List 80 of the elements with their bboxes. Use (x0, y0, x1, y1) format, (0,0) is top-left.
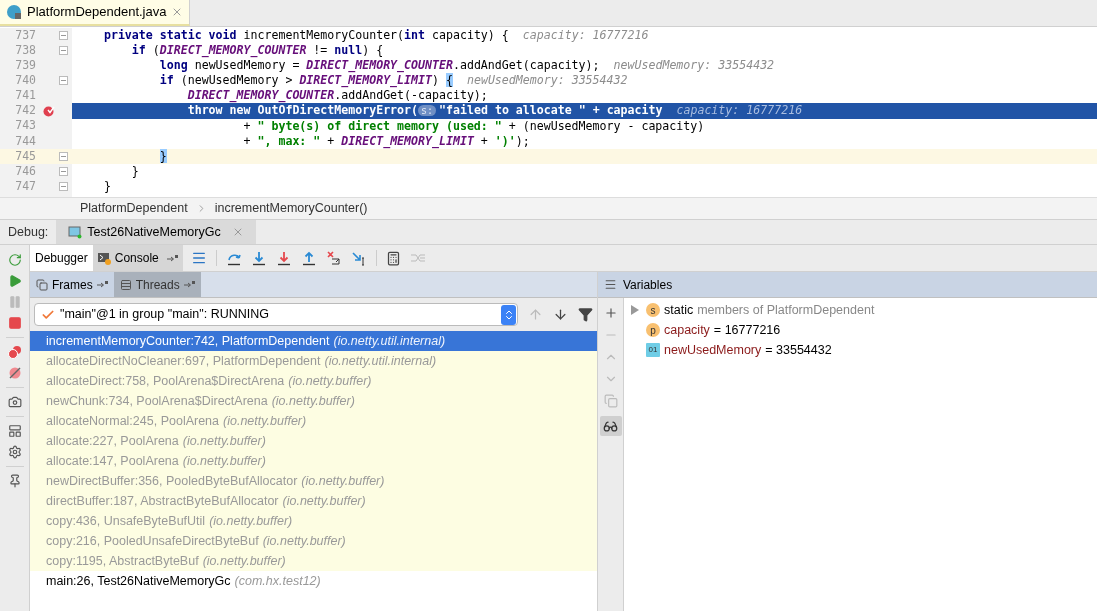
run-config-icon (68, 225, 83, 239)
variable-value: = 16777216 (713, 321, 781, 339)
stack-frame[interactable]: copy:1195, AbstractByteBuf (io.netty.buffer) (30, 551, 597, 571)
line-number: 741 (14, 87, 36, 105)
rerun-icon[interactable] (7, 253, 22, 267)
pin-tab-icon[interactable] (96, 281, 108, 288)
panel-title: Variables (623, 276, 673, 294)
threads-icon (119, 278, 132, 291)
menu-icon[interactable] (604, 278, 617, 291)
stack-frame[interactable]: copy:216, PooledUnsafeDirectByteBuf (io.netty.buffer) (30, 531, 597, 551)
camera-icon[interactable] (7, 395, 22, 409)
mute-breakpoints-icon[interactable] (7, 366, 22, 380)
drop-frame-icon[interactable] (325, 250, 342, 266)
breakpoints-icon[interactable] (7, 345, 22, 359)
session-tab[interactable]: Test26NativeMemoryGc (56, 220, 256, 244)
expand-arrow-icon[interactable] (630, 305, 639, 315)
pin-icon[interactable] (7, 474, 22, 488)
variable-badge: p (646, 323, 660, 337)
variable-badge: s (646, 303, 660, 317)
pin-tab-icon[interactable] (183, 281, 195, 288)
stack-frame[interactable]: allocateDirect:758, PoolArena$DirectArena (io.netty.buffer) (30, 371, 597, 391)
stack-frame[interactable]: newDirectBuffer:356, PooledByteBufAllocator (io.netty.buffer) (30, 471, 597, 491)
add-watch-icon[interactable] (603, 306, 618, 320)
run-to-cursor-icon[interactable] (350, 250, 367, 266)
fold-icon[interactable] (58, 166, 68, 176)
line-number: 738 (14, 42, 36, 59)
variable-name: static (664, 301, 694, 319)
console-icon (97, 251, 111, 265)
line-number: 739 (14, 57, 36, 75)
frames-menu-icon[interactable] (190, 250, 207, 266)
fold-icon[interactable] (58, 182, 68, 191)
debug-label: Debug: (7, 223, 50, 241)
resume-icon[interactable] (7, 274, 22, 288)
thread-dropdown[interactable]: "main"@1 in group "main": RUNNING (34, 303, 518, 326)
line-number: 742 (14, 102, 36, 120)
stop-icon[interactable] (7, 316, 22, 330)
variable-name: newUsedMemory (664, 341, 762, 359)
frames-icon (36, 278, 48, 291)
file-tab[interactable]: PlatformDependent.java (0, 0, 191, 26)
variable-name: capacity (664, 321, 710, 339)
pin-tab-icon[interactable] (166, 254, 178, 262)
line-number: 747 (14, 177, 36, 195)
inline-watches-toggle[interactable] (599, 416, 622, 436)
evaluate-icon[interactable] (385, 250, 401, 266)
frames-tab[interactable]: Frames (30, 272, 114, 297)
stack-frame[interactable]: allocate:147, PoolArena (io.netty.buffer) (30, 451, 597, 471)
breakpoint-icon[interactable] (43, 105, 55, 117)
fold-icon[interactable] (58, 31, 68, 41)
next-thread-icon[interactable] (553, 307, 568, 322)
force-step-into-icon[interactable] (275, 250, 292, 266)
fold-icon[interactable] (58, 76, 68, 86)
line-number: 740 (14, 72, 36, 90)
fold-icon[interactable] (58, 151, 68, 161)
line-number: 737 (14, 26, 36, 44)
breadcrumb[interactable]: incrementMemoryCounter() (214, 199, 368, 218)
fold-icon[interactable] (58, 46, 68, 56)
step-out-icon[interactable] (300, 250, 317, 266)
stack-frame[interactable]: directBuffer:187, AbstractByteBufAllocator (io.netty.buffer) (30, 491, 597, 511)
stack-frame[interactable]: copy:436, UnsafeByteBufUtil (io.netty.buffer) (30, 511, 597, 531)
line-number: 746 (14, 162, 36, 180)
filter-icon[interactable] (578, 307, 593, 322)
java-class-icon (6, 4, 22, 20)
settings-icon[interactable] (7, 445, 22, 459)
stack-frame[interactable]: allocate:227, PoolArena (io.netty.buffer) (30, 431, 597, 451)
line-number: 743 (14, 117, 36, 135)
variable-value: = 33554432 (765, 341, 832, 359)
layout-icon[interactable] (7, 424, 22, 438)
variable-value: members of PlatformDependent (697, 301, 875, 319)
debug-tab[interactable]: Debugger (30, 245, 93, 271)
stack-frame[interactable]: incrementMemoryCounter:742, PlatformDependent (io.netty.util.internal) (30, 331, 597, 351)
line-number: 744 (14, 132, 36, 150)
breadcrumb[interactable]: PlatformDependent (80, 199, 188, 218)
stack-frame[interactable]: newChunk:734, PoolArena$DirectArena (io.netty.buffer) (30, 391, 597, 411)
line-number: 745 (14, 147, 36, 165)
stack-frame[interactable]: allocateDirectNoCleaner:697, PlatformDependent (io.netty.util.internal) (30, 351, 597, 371)
debug-tab[interactable]: Console (92, 245, 183, 271)
frames-tab[interactable]: Threads (113, 272, 201, 297)
variable-badge: 01 (646, 343, 660, 357)
stack-frame[interactable]: allocateNormal:245, PoolArena (io.netty.buffer) (30, 411, 597, 431)
step-into-icon[interactable] (250, 250, 267, 266)
